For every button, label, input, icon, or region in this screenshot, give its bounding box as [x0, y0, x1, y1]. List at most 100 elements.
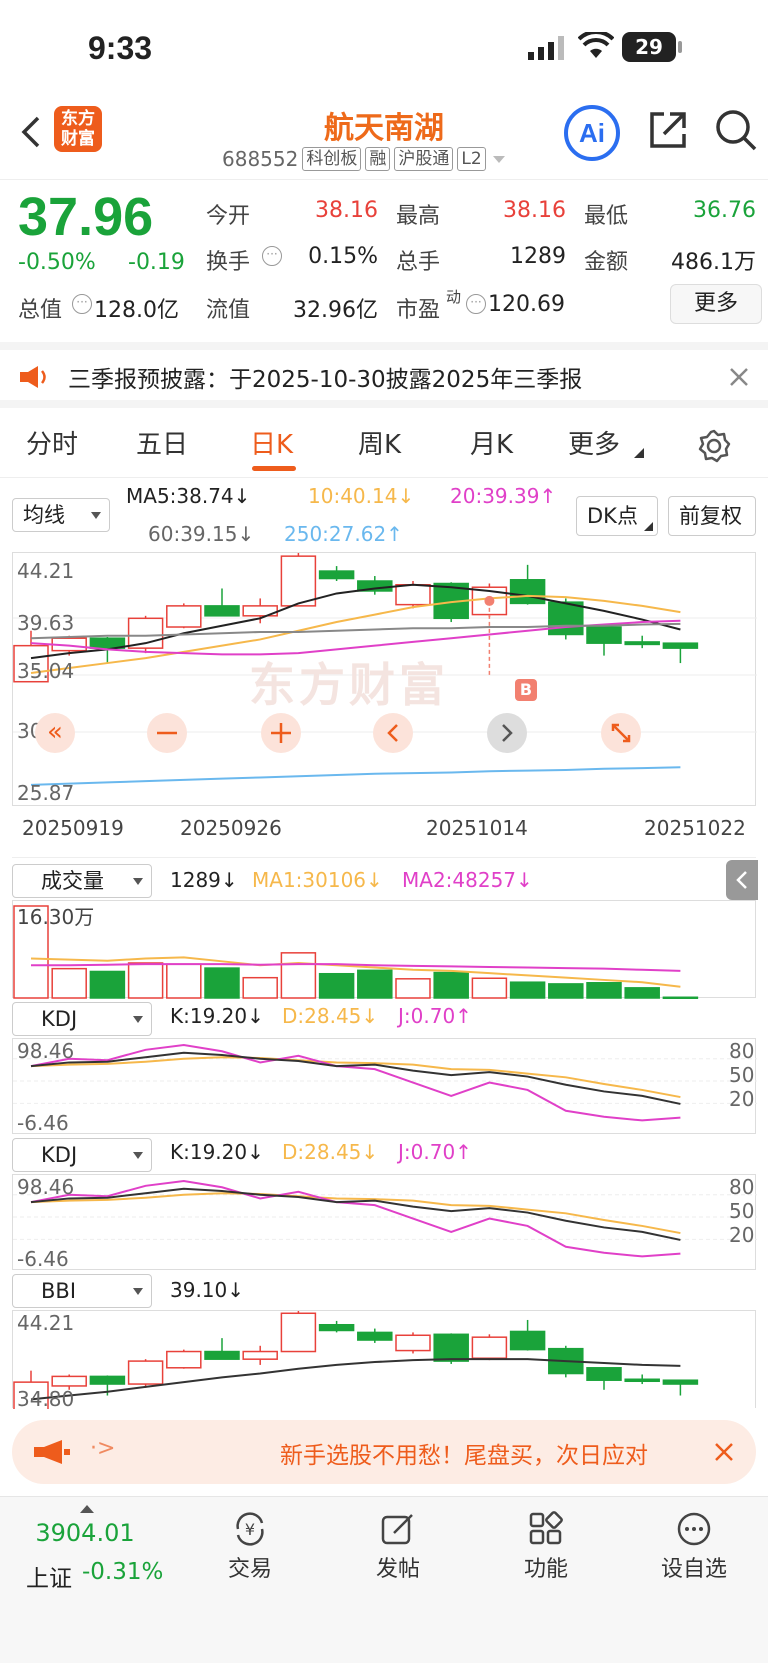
- nav-add-watchlist[interactable]: 设自选: [644, 1497, 744, 1583]
- ai-label: Ai: [579, 118, 605, 148]
- info-icon[interactable]: ···: [72, 294, 92, 314]
- stock-code-row[interactable]: 688552 科创板 融 沪股通 L2: [222, 147, 508, 171]
- notice-banner[interactable]: 三季报预披露：于2025-10-30披露2025年三季报: [0, 342, 768, 408]
- kdj-level: 80: [729, 1175, 755, 1199]
- candle-body: [624, 641, 660, 646]
- kdj-d: D:28.45↓: [282, 1004, 379, 1028]
- caret-icon: [634, 448, 644, 458]
- kdj-j-line: [30, 1043, 681, 1122]
- kdj-select[interactable]: KDJ: [12, 1138, 152, 1172]
- open-label: 今开: [206, 204, 251, 229]
- ai-button[interactable]: Ai: [564, 105, 620, 161]
- date-axis: 20250919 20250926 20251014 20251022: [12, 806, 756, 858]
- kdj-d-line: [30, 1056, 681, 1099]
- nav-trade[interactable]: ¥ 交易: [200, 1497, 300, 1583]
- tab-daily[interactable]: 日K: [250, 424, 293, 461]
- bbi-candle-body: [280, 1312, 317, 1353]
- tab-weekly[interactable]: 周K: [358, 424, 401, 461]
- kdj-k-line: [30, 1187, 681, 1241]
- scroll-right-button[interactable]: [487, 713, 527, 753]
- tab-monthly[interactable]: 月K: [470, 424, 513, 461]
- kdj-d: D:28.45↓: [282, 1140, 379, 1164]
- tab-5day[interactable]: 五日: [136, 424, 188, 461]
- ma20-value: 20:39.39↑: [450, 484, 557, 508]
- bbi-candle-body: [586, 1367, 622, 1381]
- bbi-candle-body: [624, 1378, 660, 1383]
- volume-bar: [357, 969, 393, 999]
- volume-select[interactable]: 成交量: [12, 864, 152, 898]
- stock-code: 688552: [222, 147, 299, 171]
- pe-value: 120.69: [488, 292, 565, 317]
- more-button[interactable]: 更多: [670, 284, 762, 324]
- buy-marker[interactable]: B: [515, 679, 537, 701]
- tag-connect: 沪股通: [394, 147, 454, 171]
- bbi-chart[interactable]: 44.21 34.80: [12, 1310, 756, 1411]
- kdj-chart[interactable]: 98.46 -6.46 80 50 20: [12, 1038, 757, 1135]
- mktcap-value: 128.0亿: [94, 298, 179, 323]
- status-bar: 9:33 29: [0, 0, 768, 100]
- kdj-d-line: [30, 1192, 681, 1235]
- tab-intraday[interactable]: 分时: [26, 424, 78, 461]
- candle-body: [166, 605, 202, 628]
- kline-chart[interactable]: 东方财富 44.21 39.63 35.04 30.46 25.87 B «: [12, 552, 757, 806]
- info-icon[interactable]: ···: [262, 246, 282, 266]
- kdj-chart[interactable]: 98.46 -6.46 80 50 20: [12, 1174, 757, 1271]
- volume-bar: [662, 996, 699, 999]
- kdj-select[interactable]: KDJ: [12, 1002, 152, 1036]
- tag-level2: L2: [457, 147, 486, 171]
- nav-functions[interactable]: 功能: [496, 1497, 596, 1583]
- close-icon[interactable]: [728, 366, 750, 388]
- caret-down-icon: [91, 512, 101, 519]
- battery-level: 29: [635, 35, 663, 59]
- candle-body: [586, 626, 622, 644]
- candle-body: [662, 642, 699, 649]
- battery-icon: 29: [622, 32, 676, 62]
- promo-text: 新手选股不用愁！尾盘买，次日应对: [280, 1443, 648, 1469]
- collapse-panel-button[interactable]: [726, 860, 758, 900]
- bbi-value: 39.10↓: [170, 1278, 245, 1302]
- info-icon[interactable]: ···: [466, 294, 486, 314]
- pe-label: 市盈: [396, 298, 441, 323]
- ma-select[interactable]: 均线: [12, 498, 110, 532]
- chevron-left-icon: [387, 724, 398, 742]
- volume-bar: [586, 982, 622, 999]
- open-value: 38.16: [315, 198, 378, 223]
- dk-point-button[interactable]: DK点: [576, 496, 658, 536]
- bbi-candle-body: [318, 1323, 355, 1332]
- volume-label: 总手: [396, 250, 441, 275]
- tab-more[interactable]: 更多: [568, 424, 620, 461]
- volume-bar: [509, 981, 546, 999]
- kdj-j: J:0.70↑: [398, 1004, 472, 1028]
- search-button[interactable]: [714, 108, 758, 156]
- watermark: 东方财富: [249, 658, 449, 712]
- marker-dot: [484, 595, 495, 606]
- kdj-bottom-label: -6.46: [17, 1111, 69, 1135]
- scroll-left-fast-button[interactable]: «: [35, 713, 75, 753]
- low-label: 最低: [584, 204, 629, 229]
- zoom-in-button[interactable]: [261, 713, 301, 753]
- bbi-candle-body: [242, 1350, 278, 1360]
- zoom-out-button[interactable]: [147, 713, 187, 753]
- share-button[interactable]: [646, 108, 690, 156]
- volume-bar: [127, 962, 164, 999]
- nav-post[interactable]: 发帖: [348, 1497, 448, 1583]
- stock-header: 东方 财富 航天南湖 688552 科创板 融 沪股通 L2 Ai: [0, 100, 768, 180]
- bbi-candle-body: [395, 1334, 431, 1352]
- adjust-button[interactable]: 前复权: [668, 496, 756, 536]
- scroll-left-button[interactable]: [373, 713, 413, 753]
- nav-post-label: 发帖: [375, 1557, 420, 1582]
- bbi-candle-body: [433, 1333, 469, 1362]
- volume-chart[interactable]: 16.30万: [12, 900, 756, 999]
- bbi-select[interactable]: BBI: [12, 1274, 152, 1308]
- chevron-right-icon: [502, 724, 513, 742]
- promo-banner[interactable]: ·> 新手选股不用愁！尾盘买，次日应对: [12, 1420, 756, 1484]
- grid-icon: [529, 1511, 563, 1545]
- index-value: 3904.01: [35, 1519, 135, 1547]
- gear-icon[interactable]: [696, 428, 732, 464]
- close-icon[interactable]: [714, 1442, 734, 1462]
- fullscreen-button[interactable]: [601, 713, 641, 753]
- kline-y-label: 35.04: [17, 659, 75, 683]
- index-ticker[interactable]: 3904.01 上证 -0.31%: [0, 1497, 170, 1607]
- kdj-level: 20: [729, 1087, 755, 1111]
- pe-superscript: 动: [446, 288, 462, 306]
